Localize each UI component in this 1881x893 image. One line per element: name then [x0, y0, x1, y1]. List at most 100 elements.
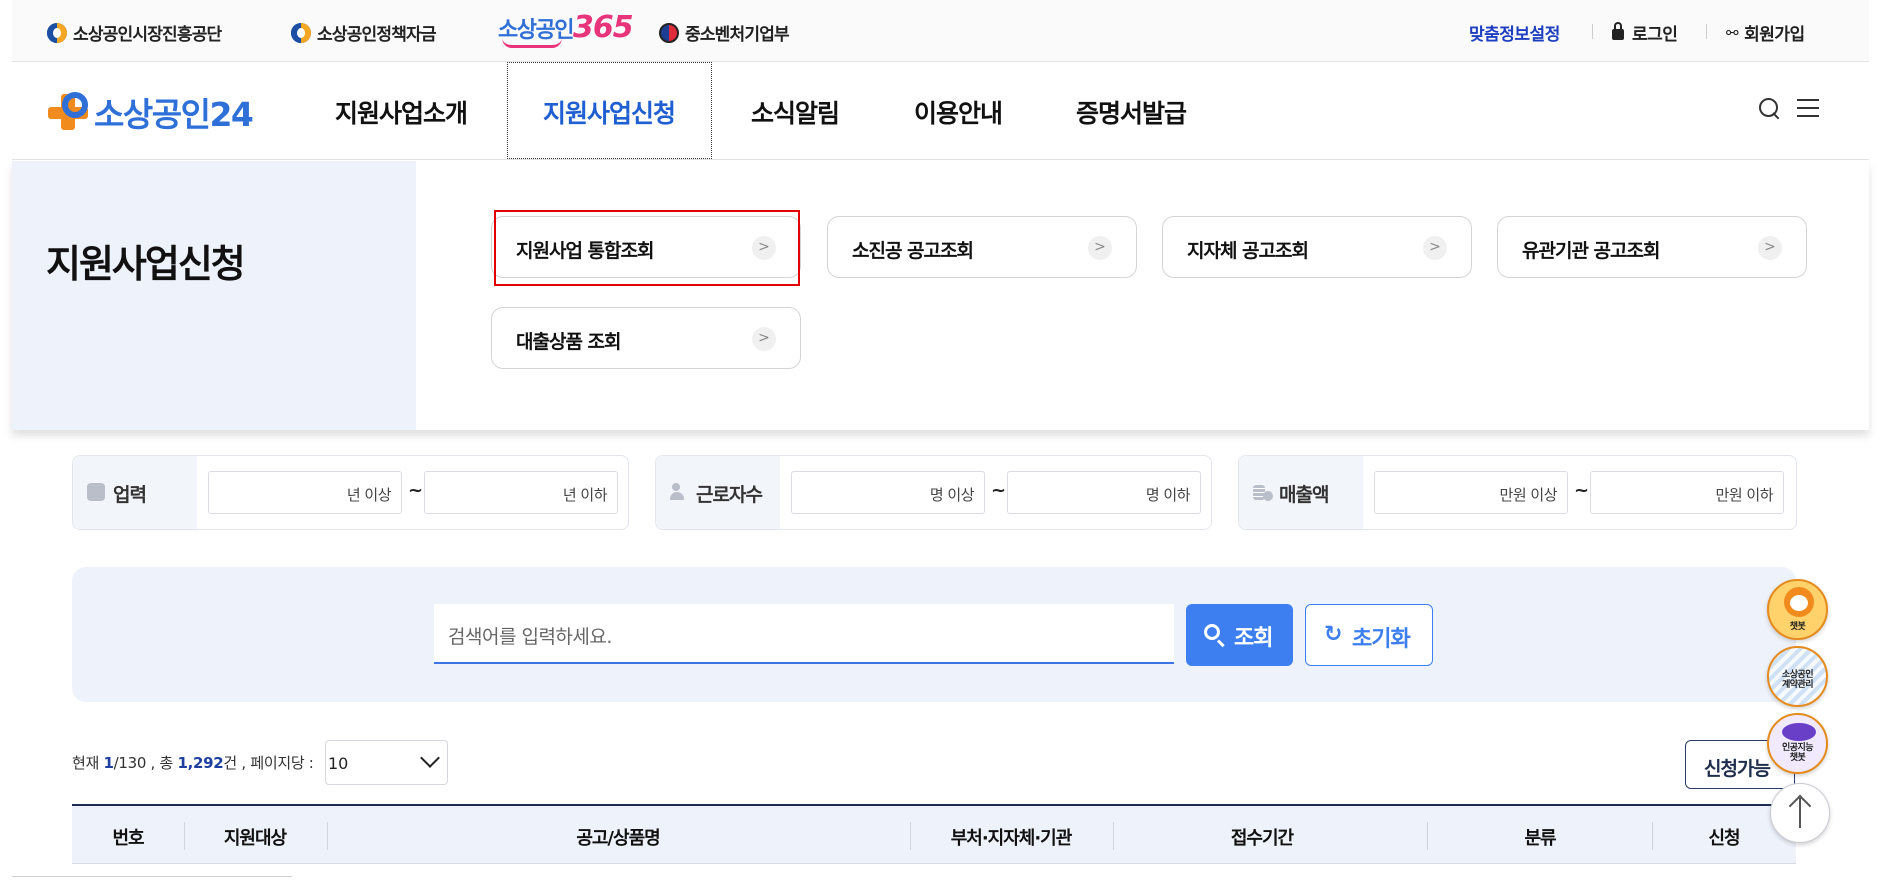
- ai-chatbot-button[interactable]: 인공지능 챗봇: [1767, 713, 1828, 774]
- coin-icon: [1253, 483, 1273, 501]
- family-site-label: 소상공인정책자금: [317, 25, 437, 45]
- column-header-title: 공고/상품명: [576, 828, 660, 849]
- submenu-item-label: 소진공 공고조회: [852, 240, 974, 262]
- sosanggongin-365-logo-link[interactable]: 소상공인365: [498, 10, 634, 48]
- input-placeholder: 명 이상: [929, 486, 975, 504]
- nav-item-guide[interactable]: 이용안내: [914, 94, 1003, 130]
- signup-label: 회원가입: [1744, 25, 1805, 45]
- chevron-right-icon: >: [1423, 236, 1447, 260]
- submenu-title-area: 지원사업신청: [12, 161, 416, 430]
- range-separator: ~: [991, 480, 1007, 501]
- ai-chatbot-label: 인공지능 챗봇: [1781, 743, 1814, 763]
- submenu-item-label: 유관기관 공고조회: [1522, 240, 1660, 262]
- ai-chatbot-icon: [1782, 723, 1816, 741]
- top-utility-bar: 소상공인시장진흥공단 소상공인정책자금 소상공인365 중소벤처기업부 맞춤정보…: [12, 0, 1869, 62]
- submenu-item-semas-notice[interactable]: 소진공 공고조회 >: [827, 216, 1137, 278]
- agency-emblem-icon: [47, 22, 67, 43]
- column-header-target: 지원대상: [223, 828, 287, 849]
- employee-count-max-input[interactable]: 명 이하: [1007, 471, 1201, 514]
- submenu-item-related-agency-notice[interactable]: 유관기관 공고조회 >: [1497, 216, 1807, 278]
- chevron-down-icon: [420, 748, 440, 768]
- column-header-period: 접수기간: [1230, 828, 1294, 849]
- revenue-min-input[interactable]: 만원 이상: [1374, 471, 1568, 514]
- input-placeholder: 년 이하: [562, 486, 608, 504]
- result-summary: 현재 1/130 , 총 1,292건 , 페이지당 :: [72, 754, 314, 772]
- keyword-search-input[interactable]: 검색어를 입력하세요.: [434, 604, 1174, 664]
- range-separator: ~: [408, 480, 424, 501]
- family-site-link-mss[interactable]: 중소벤처기업부: [659, 20, 790, 45]
- agency-emblem-icon: [291, 22, 311, 43]
- page-margin: [0, 0, 12, 893]
- divider: [1706, 24, 1707, 39]
- search-icon[interactable]: [1757, 96, 1781, 120]
- revenue-max-input[interactable]: 만원 이하: [1590, 471, 1784, 514]
- divider: [12, 876, 292, 877]
- chevron-right-icon: >: [1758, 236, 1782, 260]
- submenu-item-local-gov-notice[interactable]: 지자체 공고조회 >: [1162, 216, 1472, 278]
- brand-name: 소상공인24: [94, 95, 254, 134]
- family-site-label: 중소벤처기업부: [685, 25, 790, 45]
- nav-icon-group: [1757, 96, 1819, 120]
- family-site-link-sbiz[interactable]: 소상공인시장진흥공단: [47, 20, 222, 45]
- column-header-agency: 부처·지자체·기관: [950, 828, 1073, 849]
- employee-count-min-input[interactable]: 명 이상: [791, 471, 985, 514]
- taegeuk-emblem-icon: [659, 22, 679, 43]
- filter-label: 업력: [113, 484, 147, 506]
- filter-employee-count: 근로자수 명 이상 ~ 명 이하: [655, 455, 1212, 530]
- input-placeholder: 만원 이하: [1715, 486, 1774, 504]
- scroll-to-top-button[interactable]: [1770, 783, 1830, 843]
- site-logo-link[interactable]: 소상공인24: [46, 88, 254, 136]
- current-page: 1: [103, 754, 114, 772]
- chatbot-label: 챗봇: [1789, 622, 1806, 632]
- submenu-item-label: 대출상품 조회: [516, 331, 621, 353]
- search-button[interactable]: 조회: [1186, 604, 1293, 666]
- family-site-label: 소상공인시장진흥공단: [73, 25, 222, 45]
- range-separator: ~: [1574, 480, 1590, 501]
- filter-business-years: 업력 년 이상 ~ 년 이하: [72, 455, 629, 530]
- lock-icon: [1612, 22, 1624, 40]
- filter-label: 매출액: [1279, 484, 1329, 506]
- custom-info-settings-link[interactable]: 맞춤정보설정: [1469, 20, 1560, 45]
- login-link[interactable]: 로그인: [1612, 20, 1678, 45]
- user-add-icon: ⚯: [1726, 23, 1739, 42]
- chatbot-button[interactable]: 챗봇: [1767, 579, 1828, 640]
- divider: [1592, 24, 1593, 39]
- highlight-box: [494, 210, 800, 286]
- filter-header: 근로자수: [656, 456, 780, 529]
- submenu-title: 지원사업신청: [46, 242, 246, 286]
- results-table-header: 번호 지원대상 공고/상품명 부처·지자체·기관 접수기간 분류 신청: [72, 804, 1796, 864]
- login-label: 로그인: [1632, 25, 1678, 45]
- business-years-max-input[interactable]: 년 이하: [424, 471, 618, 514]
- contract-management-button[interactable]: 소상공인 계약관리: [1767, 646, 1828, 707]
- submenu-dropdown-panel: 지원사업신청 지원사업 통합조회 > 소진공 공고조회 > 지자체 공고조회 >…: [12, 161, 1869, 430]
- brand-plus-icon: [46, 90, 90, 134]
- logo-365-number: 365: [572, 10, 634, 45]
- column-header-number: 번호: [112, 828, 144, 849]
- search-button-label: 조회: [1234, 626, 1273, 651]
- search-placeholder: 검색어를 입력하세요.: [448, 626, 612, 648]
- reset-button-label: 초기화: [1352, 627, 1411, 652]
- nav-item-certificate[interactable]: 증명서발급: [1076, 94, 1187, 130]
- keyword-search-area: 검색어를 입력하세요. 조회 ↻ 초기화: [72, 567, 1796, 702]
- input-placeholder: 년 이상: [346, 486, 392, 504]
- contract-management-label: 소상공인 계약관리: [1781, 670, 1814, 690]
- nav-item-news[interactable]: 소식알림: [751, 94, 840, 130]
- filter-header: 매출액: [1239, 456, 1363, 529]
- main-navigation: 소상공인24 지원사업소개 지원사업신청 소식알림 이용안내 증명서발급: [12, 62, 1869, 160]
- menu-icon[interactable]: [1797, 96, 1819, 120]
- business-icon: [87, 483, 105, 501]
- nav-item-program-apply[interactable]: 지원사업신청: [543, 94, 676, 130]
- per-page-select[interactable]: 10: [325, 740, 448, 785]
- reset-button[interactable]: ↻ 초기화: [1305, 604, 1433, 666]
- per-page-value: 10: [328, 754, 349, 773]
- refresh-icon: ↻: [1324, 622, 1343, 647]
- page-margin: [1869, 0, 1881, 893]
- column-header-apply: 신청: [1708, 828, 1740, 849]
- family-site-link-policy-fund[interactable]: 소상공인정책자금: [291, 20, 437, 45]
- signup-link[interactable]: ⚯ 회원가입: [1726, 20, 1805, 46]
- chatbot-mascot-icon: [1784, 587, 1814, 617]
- applyable-filter-label: 신청가능: [1704, 758, 1771, 780]
- nav-item-program-intro[interactable]: 지원사업소개: [335, 94, 468, 130]
- submenu-item-loan-products[interactable]: 대출상품 조회 >: [491, 307, 801, 369]
- business-years-min-input[interactable]: 년 이상: [208, 471, 402, 514]
